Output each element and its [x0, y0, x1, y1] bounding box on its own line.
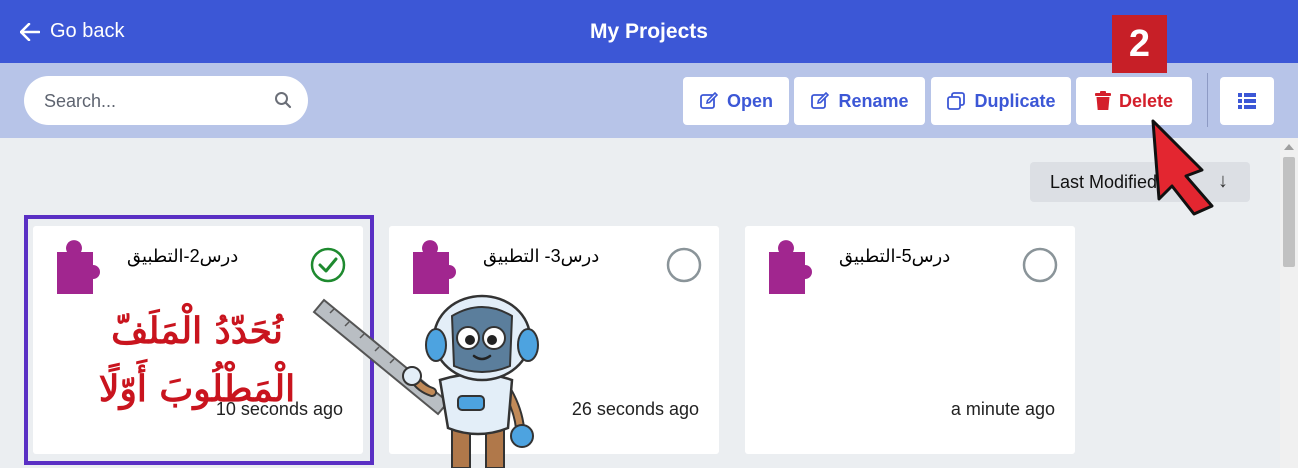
- sort-dropdown[interactable]: Last Modified ↓: [1030, 162, 1250, 202]
- puzzle-icon: [413, 240, 456, 294]
- delete-button[interactable]: Delete: [1076, 77, 1192, 125]
- project-name: درس5-التطبيق: [839, 246, 951, 266]
- sort-arrow-down-icon: ↓: [1218, 170, 1228, 192]
- unselected-circle-icon[interactable]: [665, 246, 703, 284]
- open-button[interactable]: Open: [683, 77, 789, 125]
- edit-icon: [811, 91, 830, 109]
- list-view-icon: [1238, 93, 1256, 109]
- instruction-line-2: الْمَطْلُوبَ أَوّلًا: [98, 368, 296, 410]
- unselected-circle-icon[interactable]: [1021, 246, 1059, 284]
- toolbar-divider: [1207, 73, 1208, 127]
- step-number-badge: 2: [1112, 15, 1167, 73]
- scrollbar-thumb[interactable]: [1283, 157, 1295, 267]
- duplicate-button[interactable]: Duplicate: [931, 77, 1071, 125]
- instruction-text: نُحَدّدُ الْمَلَفّ الْمَطْلُوبَ أَوّلًا: [52, 302, 342, 418]
- toolbar: Open Rename Duplicate Delete: [0, 63, 1298, 138]
- project-name: درس3- التطبيق: [483, 246, 600, 266]
- puzzle-icon: [769, 240, 812, 294]
- delete-label: Delete: [1118, 90, 1174, 111]
- rename-button[interactable]: Rename: [794, 77, 925, 125]
- project-card[interactable]: درس3- التطبيق 26 seconds ago: [389, 226, 719, 454]
- scroll-up-arrow-icon[interactable]: [1284, 144, 1294, 150]
- project-modified-time: a minute ago: [950, 399, 1055, 419]
- trash-icon: [1094, 91, 1111, 110]
- open-label: Open: [726, 90, 773, 111]
- project-modified-time: 26 seconds ago: [571, 399, 699, 419]
- title-bar: Go back My Projects: [0, 0, 1298, 63]
- list-view-button[interactable]: [1220, 77, 1274, 125]
- search-icon[interactable]: [274, 91, 292, 109]
- copy-icon: [947, 92, 966, 110]
- edit-icon: [700, 91, 719, 109]
- rename-label: Rename: [838, 90, 909, 111]
- search-box[interactable]: [24, 76, 308, 125]
- sort-label: Last Modified: [1050, 171, 1158, 192]
- page-title: My Projects: [590, 20, 708, 43]
- vertical-scrollbar[interactable]: [1280, 138, 1298, 468]
- search-input[interactable]: [44, 88, 264, 114]
- instruction-line-1: نُحَدّدُ الْمَلَفّ: [111, 310, 283, 352]
- project-card[interactable]: درس5-التطبيق a minute ago: [745, 226, 1075, 454]
- duplicate-label: Duplicate: [974, 90, 1056, 111]
